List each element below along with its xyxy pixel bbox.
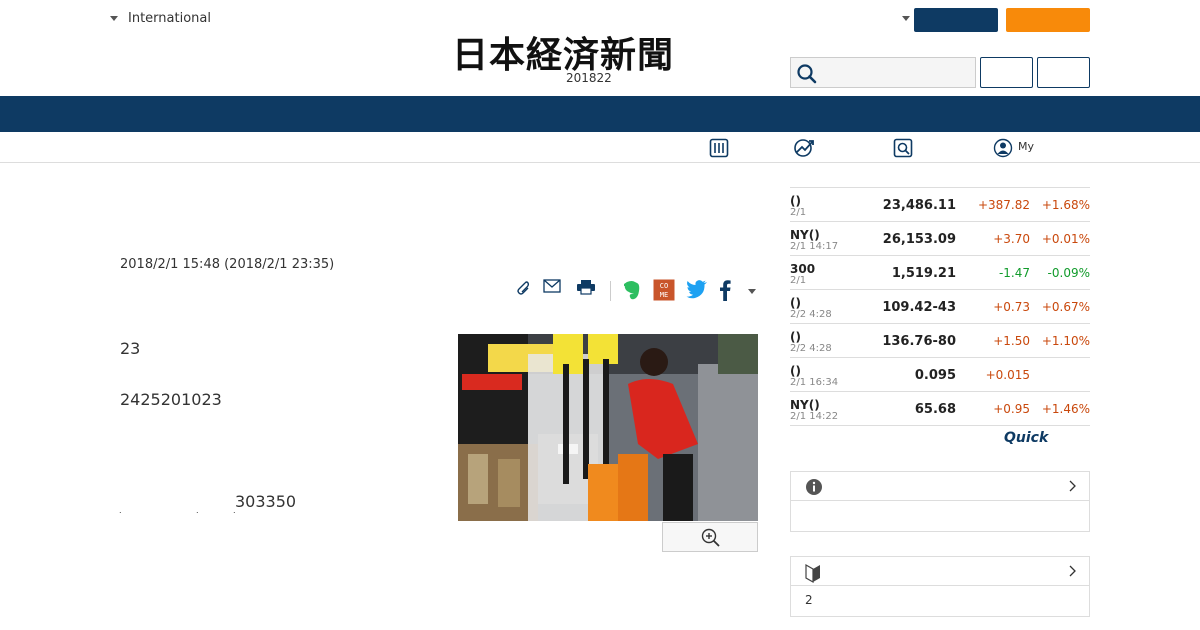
share-more-caret-icon[interactable] bbox=[748, 289, 756, 294]
market-row[interactable]: () 2/1 16:34 0.095 +0.015 bbox=[790, 358, 1090, 392]
quick-logo[interactable]: Quick bbox=[1004, 430, 1048, 446]
mail-icon[interactable] bbox=[543, 279, 561, 293]
market-name: () bbox=[790, 330, 801, 344]
twitter-icon[interactable] bbox=[686, 279, 708, 299]
store-photo-image bbox=[458, 334, 758, 521]
article-paragraph-3: 303350 bbox=[235, 492, 297, 511]
market-row[interactable]: () 2/2 4:28 109.42-43 +0.73 +0.67% bbox=[790, 290, 1090, 324]
market-change: -1.47 bbox=[998, 266, 1030, 280]
beginner-panel: 2 bbox=[790, 556, 1090, 617]
search-icon bbox=[797, 64, 817, 84]
market-row[interactable]: NY() 2/1 14:22 65.68 +0.95 +1.46% bbox=[790, 392, 1090, 426]
market-change: +0.015 bbox=[985, 368, 1030, 382]
market-percent: +1.46% bbox=[1041, 402, 1090, 416]
market-time: 2/1 14:17 bbox=[790, 241, 839, 252]
market-percent: +1.68% bbox=[1041, 198, 1090, 212]
market-row[interactable]: 300 2/1 1,519.21 -1.47 -0.09% bbox=[790, 256, 1090, 290]
subscribe-button[interactable] bbox=[1006, 8, 1090, 32]
market-time: 2/2 4:28 bbox=[790, 343, 832, 354]
market-name: NY() bbox=[790, 228, 820, 242]
market-change: +1.50 bbox=[993, 334, 1030, 348]
market-name: () bbox=[790, 296, 801, 310]
article-paragraph-1: 23 bbox=[120, 339, 141, 358]
svg-text:CO: CO bbox=[660, 282, 668, 290]
market-time: 2/2 4:28 bbox=[790, 309, 832, 320]
market-value: 65.68 bbox=[914, 402, 956, 417]
facebook-icon[interactable] bbox=[719, 279, 731, 301]
main-navigation-bar bbox=[0, 96, 1200, 132]
article-photo[interactable] bbox=[458, 334, 758, 521]
market-row[interactable]: () 2/2 4:28 136.76-80 +1.50 +1.10% bbox=[790, 324, 1090, 358]
info-panel-header[interactable] bbox=[791, 472, 1089, 501]
market-name: () bbox=[790, 194, 801, 208]
article-timestamp: 2018/2/1 15:48 (2018/2/1 23:35) bbox=[120, 257, 335, 272]
newspaper-icon[interactable] bbox=[709, 138, 729, 158]
market-name: () bbox=[790, 364, 801, 378]
article-paragraph-2: 2425201023 bbox=[120, 390, 222, 409]
market-change: +387.82 bbox=[977, 198, 1030, 212]
account-caret-icon[interactable] bbox=[902, 16, 910, 21]
text-dot: . bbox=[196, 506, 199, 515]
market-data-table: () 2/1 23,486.11 +387.82 +1.68% NY() 2/1… bbox=[790, 187, 1090, 426]
search-submit-button[interactable] bbox=[1037, 57, 1090, 88]
info-icon bbox=[806, 479, 822, 495]
text-dot: . bbox=[119, 506, 122, 515]
market-change: +0.73 bbox=[993, 300, 1030, 314]
edition-label: International bbox=[128, 11, 211, 26]
market-value: 1,519.21 bbox=[891, 266, 956, 281]
header-date: 201822 bbox=[566, 71, 612, 85]
market-time: 2/1 16:34 bbox=[790, 377, 839, 388]
market-row[interactable]: NY() 2/1 14:17 26,153.09 +3.70 +0.01% bbox=[790, 222, 1090, 256]
svg-text:ME: ME bbox=[660, 291, 668, 299]
search-box[interactable] bbox=[790, 57, 976, 88]
edition-selector[interactable]: International bbox=[110, 11, 211, 26]
caret-down-icon bbox=[110, 16, 118, 21]
share-separator bbox=[610, 281, 611, 301]
market-value: 23,486.11 bbox=[882, 198, 956, 213]
market-value: 136.76-80 bbox=[882, 334, 956, 349]
clip-icon[interactable] bbox=[514, 279, 530, 297]
info-panel-body bbox=[791, 501, 1089, 531]
beginner-mark-icon bbox=[805, 563, 820, 583]
search-news-icon[interactable] bbox=[893, 138, 913, 158]
market-value: 26,153.09 bbox=[882, 232, 956, 247]
market-percent: +0.01% bbox=[1041, 232, 1090, 246]
market-row[interactable]: () 2/1 23,486.11 +387.82 +1.68% bbox=[790, 188, 1090, 222]
market-name: 300 bbox=[790, 262, 816, 276]
chevron-right-icon bbox=[1069, 565, 1076, 577]
beginner-panel-header[interactable] bbox=[791, 557, 1089, 586]
market-time: 2/1 14:22 bbox=[790, 411, 839, 422]
market-change: +0.95 bbox=[993, 402, 1030, 416]
market-percent: +1.10% bbox=[1041, 334, 1090, 348]
beginner-panel-body: 2 bbox=[791, 586, 1089, 616]
chart-icon[interactable] bbox=[793, 138, 815, 158]
print-icon[interactable] bbox=[576, 279, 596, 295]
market-percent: +0.67% bbox=[1041, 300, 1090, 314]
search-input[interactable] bbox=[821, 62, 971, 84]
market-name: NY() bbox=[790, 398, 820, 412]
site-logo[interactable]: 日本経済新聞 bbox=[452, 26, 674, 78]
user-icon[interactable] bbox=[993, 138, 1013, 158]
info-panel bbox=[790, 471, 1090, 532]
zoom-in-icon bbox=[701, 528, 720, 547]
market-value: 0.095 bbox=[914, 368, 956, 383]
photo-zoom-button[interactable] bbox=[662, 522, 758, 552]
market-change: +3.70 bbox=[993, 232, 1030, 246]
comment-icon[interactable]: CO ME bbox=[653, 279, 675, 301]
market-time: 2/1 bbox=[790, 207, 807, 218]
login-button[interactable] bbox=[914, 8, 998, 32]
search-option-button[interactable] bbox=[980, 57, 1033, 88]
chevron-right-icon bbox=[1069, 480, 1076, 492]
my-page-label[interactable]: My bbox=[1018, 140, 1034, 153]
evernote-icon[interactable] bbox=[622, 279, 642, 301]
market-percent: -0.09% bbox=[1047, 266, 1090, 280]
market-time: 2/1 bbox=[790, 275, 807, 286]
beginner-panel-text: 2 bbox=[805, 593, 813, 607]
market-value: 109.42-43 bbox=[882, 300, 956, 315]
